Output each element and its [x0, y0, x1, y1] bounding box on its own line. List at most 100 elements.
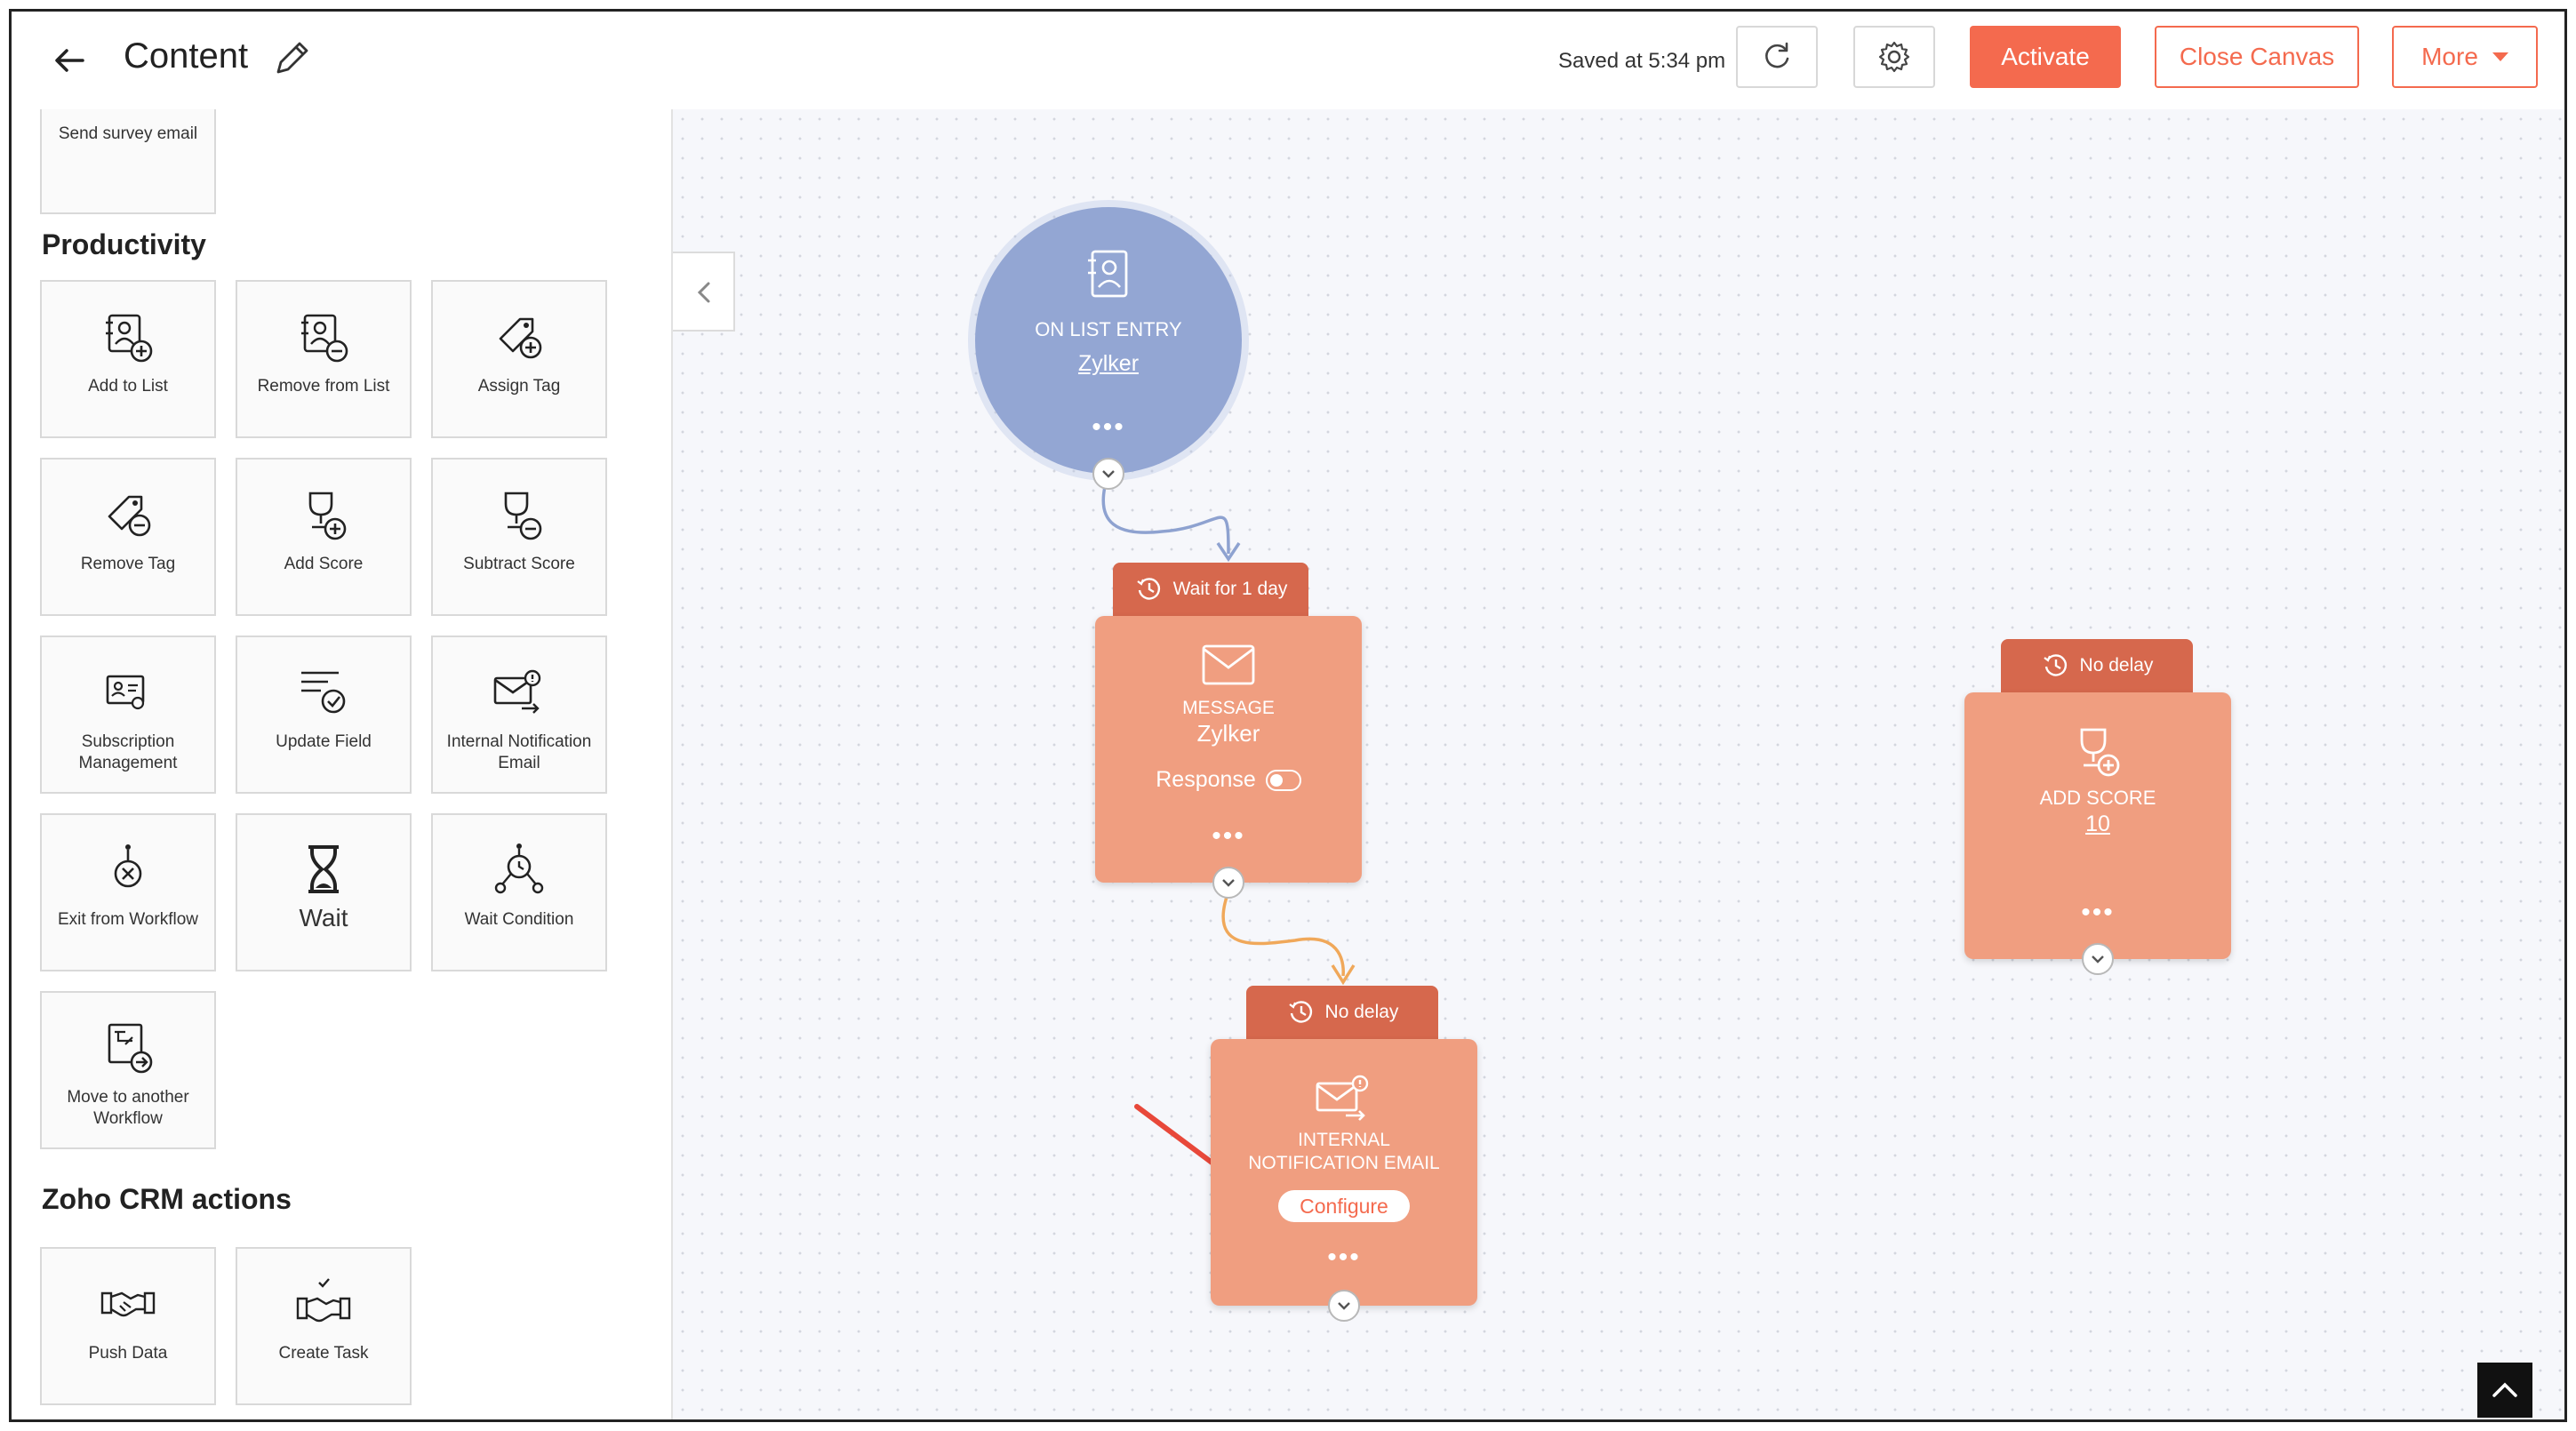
tile-remove-from-list[interactable]: Remove from List: [236, 280, 412, 438]
notification-node-expand[interactable]: [1328, 1290, 1360, 1322]
tile-label: Send survey email: [58, 124, 198, 143]
tile-exit-from-workflow[interactable]: Exit from Workflow: [40, 813, 216, 971]
subtract-score-icon: [433, 484, 605, 547]
contact-list-icon: [1080, 246, 1137, 308]
move-workflow-icon: [42, 1018, 214, 1080]
clock-icon: [2043, 654, 2067, 676]
tile-add-score[interactable]: Add Score: [236, 458, 412, 616]
app-window: Content Saved at 5:34 pm Activate Close …: [9, 9, 2567, 1422]
message-node[interactable]: MESSAGE Zylker Response •••: [1095, 616, 1362, 899]
wait-condition-icon: [433, 840, 605, 902]
tile-label: Push Data: [88, 1344, 168, 1363]
tile-label: Remove Tag: [80, 555, 176, 573]
delay-label: No delay: [2079, 655, 2154, 676]
tile-assign-tag[interactable]: Assign Tag: [431, 280, 607, 438]
tile-label: Add Score: [284, 555, 364, 573]
notification-delay-tab[interactable]: No delay: [1246, 986, 1438, 1039]
internal-notification-email-node[interactable]: INTERNAL NOTIFICATION EMAIL Configure ••…: [1211, 1039, 1477, 1322]
entry-node-list-link[interactable]: Zylker: [975, 351, 1242, 377]
response-label: Response: [1156, 767, 1256, 792]
response-toggle[interactable]: [1265, 770, 1301, 792]
score-node-expand[interactable]: [2082, 943, 2114, 975]
hourglass-icon: [237, 840, 410, 902]
tile-update-field[interactable]: Update Field: [236, 636, 412, 794]
more-button[interactable]: More: [2392, 26, 2538, 88]
chevron-up-icon: [2492, 1382, 2517, 1397]
tile-subscription-management[interactable]: Subscription Management: [40, 636, 216, 794]
create-task-icon: [237, 1274, 410, 1336]
message-node-expand[interactable]: [1212, 867, 1244, 899]
tile-label: Subscription Management: [78, 732, 178, 772]
notification-node-type-line1: INTERNAL: [1298, 1130, 1390, 1150]
remove-tag-icon: [42, 484, 214, 547]
scroll-to-top-button[interactable]: [2477, 1363, 2532, 1418]
tile-push-data[interactable]: Push Data: [40, 1247, 216, 1405]
score-node-value[interactable]: 10: [1964, 811, 2231, 837]
tile-label: Move to another Workflow: [67, 1088, 189, 1128]
handshake-icon: [42, 1274, 214, 1336]
tile-label: Create Task: [278, 1344, 369, 1363]
page-title: Content: [124, 36, 249, 76]
add-score-icon: [2068, 724, 2130, 786]
envelope-icon: [1200, 641, 1257, 693]
on-list-entry-node[interactable]: ON LIST ENTRY Zylker •••: [975, 207, 1242, 490]
add-score-icon: [237, 484, 410, 547]
chevron-down-icon: [1222, 879, 1235, 887]
entry-node-title: ON LIST ENTRY: [1035, 318, 1182, 340]
tile-wait[interactable]: Wait: [236, 813, 412, 971]
score-node-type: ADD SCORE: [2039, 787, 2156, 809]
settings-button[interactable]: [1853, 26, 1935, 88]
notification-node-options[interactable]: •••: [1211, 1244, 1477, 1271]
entry-node-options[interactable]: •••: [975, 414, 1242, 441]
entry-node-expand[interactable]: [1092, 458, 1124, 490]
tile-label: Update Field: [276, 732, 372, 751]
tile-send-survey-email[interactable]: Send survey email: [40, 109, 216, 214]
chevron-down-icon: [2092, 955, 2104, 963]
crm-actions-heading: Zoho CRM actions: [42, 1183, 292, 1215]
saved-status: Saved at 5:34 pm: [1558, 49, 1726, 73]
configure-button[interactable]: Configure: [1278, 1190, 1410, 1222]
tile-remove-tag[interactable]: Remove Tag: [40, 458, 216, 616]
clock-icon: [1136, 578, 1160, 600]
tile-label: Wait: [299, 904, 348, 931]
edit-pencil-icon[interactable]: [269, 36, 314, 81]
update-field-icon: [237, 662, 410, 724]
delay-label: No delay: [1324, 1002, 1399, 1022]
workflow-canvas[interactable]: ON LIST ENTRY Zylker ••• Wait for 1 day …: [673, 109, 2564, 1419]
notification-email-icon: [1312, 1075, 1374, 1127]
response-toggle-row[interactable]: Response: [1095, 767, 1362, 793]
refresh-icon: [1765, 42, 1789, 68]
connector-lines: [1101, 473, 1356, 1209]
tile-label: Subtract Score: [463, 555, 575, 573]
tile-wait-condition[interactable]: Wait Condition: [431, 813, 607, 971]
tile-internal-notification-email[interactable]: Internal Notification Email: [431, 636, 607, 794]
back-arrow-icon[interactable]: [47, 38, 92, 83]
tile-create-task[interactable]: Create Task: [236, 1247, 412, 1405]
tile-label: Internal Notification Email: [446, 732, 592, 772]
caret-down-icon: [2492, 52, 2508, 61]
tile-label: Exit from Workflow: [57, 910, 198, 929]
score-node-options[interactable]: •••: [1964, 899, 2231, 926]
refresh-button[interactable]: [1736, 26, 1818, 88]
notification-node-type-line2: NOTIFICATION EMAIL: [1248, 1153, 1440, 1173]
more-label: More: [2421, 43, 2478, 70]
remove-from-list-icon: [237, 307, 410, 369]
tile-subtract-score[interactable]: Subtract Score: [431, 458, 607, 616]
activate-button[interactable]: Activate: [1970, 26, 2121, 88]
chevron-down-icon: [1102, 470, 1115, 478]
message-node-type: MESSAGE: [1182, 698, 1275, 718]
close-canvas-button[interactable]: Close Canvas: [2155, 26, 2359, 88]
tile-label: Assign Tag: [477, 377, 561, 396]
message-node-name: Zylker: [1196, 720, 1260, 747]
tile-add-to-list[interactable]: Add to List: [40, 280, 216, 438]
message-delay-tab[interactable]: Wait for 1 day: [1113, 563, 1308, 616]
productivity-heading: Productivity: [42, 228, 206, 260]
tile-move-to-another-workflow[interactable]: Move to another Workflow: [40, 991, 216, 1149]
message-node-options[interactable]: •••: [1095, 823, 1362, 850]
assign-tag-icon: [433, 307, 605, 369]
chevron-down-icon: [1338, 1302, 1350, 1310]
add-score-node[interactable]: ADD SCORE 10 •••: [1964, 692, 2231, 975]
tile-label: Remove from List: [257, 377, 390, 396]
score-delay-tab[interactable]: No delay: [2001, 639, 2193, 692]
subscription-icon: [42, 662, 214, 724]
